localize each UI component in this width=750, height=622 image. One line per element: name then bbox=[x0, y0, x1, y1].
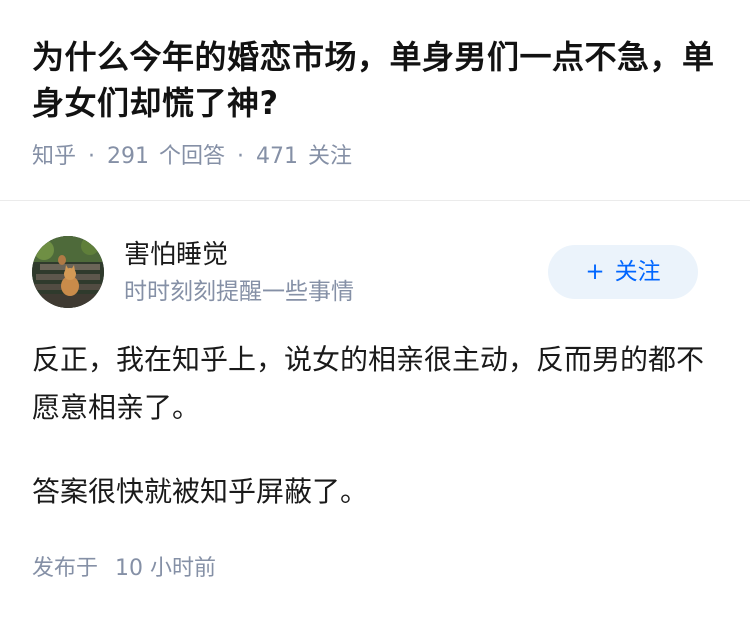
follow-button[interactable]: + 关注 bbox=[548, 245, 698, 299]
author-bio: 时时刻刻提醒一些事情 bbox=[124, 279, 354, 305]
author-card: 害怕睡觉 时时刻刻提醒一些事情 + 关注 bbox=[32, 236, 718, 310]
answer-count-unit[interactable]: 个回答 bbox=[159, 142, 225, 172]
question-header: 为什么今年的婚恋市场，单身男们一点不急，单身女们却慌了神? 知乎 · 291 个… bbox=[32, 34, 722, 172]
cat-photo-icon bbox=[32, 236, 104, 308]
publish-time: 发布于 10 小时前 bbox=[32, 552, 216, 586]
avatar[interactable] bbox=[32, 236, 104, 308]
publish-time-prefix: 发布于 bbox=[32, 556, 99, 581]
question-title[interactable]: 为什么今年的婚恋市场，单身男们一点不急，单身女们却慌了神? bbox=[32, 34, 722, 126]
follower-count: 471 bbox=[256, 144, 299, 169]
author-name[interactable]: 害怕睡觉 bbox=[124, 238, 228, 272]
publish-time-value: 10 小时前 bbox=[115, 556, 217, 581]
answer-paragraph: 答案很快就被知乎屏蔽了。 bbox=[32, 475, 369, 508]
follower-count-unit[interactable]: 关注 bbox=[308, 142, 352, 172]
source-label[interactable]: 知乎 bbox=[32, 142, 76, 172]
follow-label: 关注 bbox=[614, 259, 661, 285]
separator-dot: · bbox=[237, 144, 245, 169]
question-meta: 知乎 · 291 个回答 · 471 关注 bbox=[32, 142, 722, 172]
answer-paragraph: 反正，我在知乎上，说女的相亲很主动，反而男的都不愿意相亲了。 bbox=[32, 343, 705, 424]
section-divider bbox=[0, 200, 750, 201]
answer-count: 291 bbox=[107, 144, 150, 169]
answer-body: 反正，我在知乎上，说女的相亲很主动，反而男的都不愿意相亲了。 答案很快就被知乎屏… bbox=[32, 336, 712, 552]
plus-icon: + bbox=[585, 259, 605, 285]
separator-dot: · bbox=[88, 144, 96, 169]
